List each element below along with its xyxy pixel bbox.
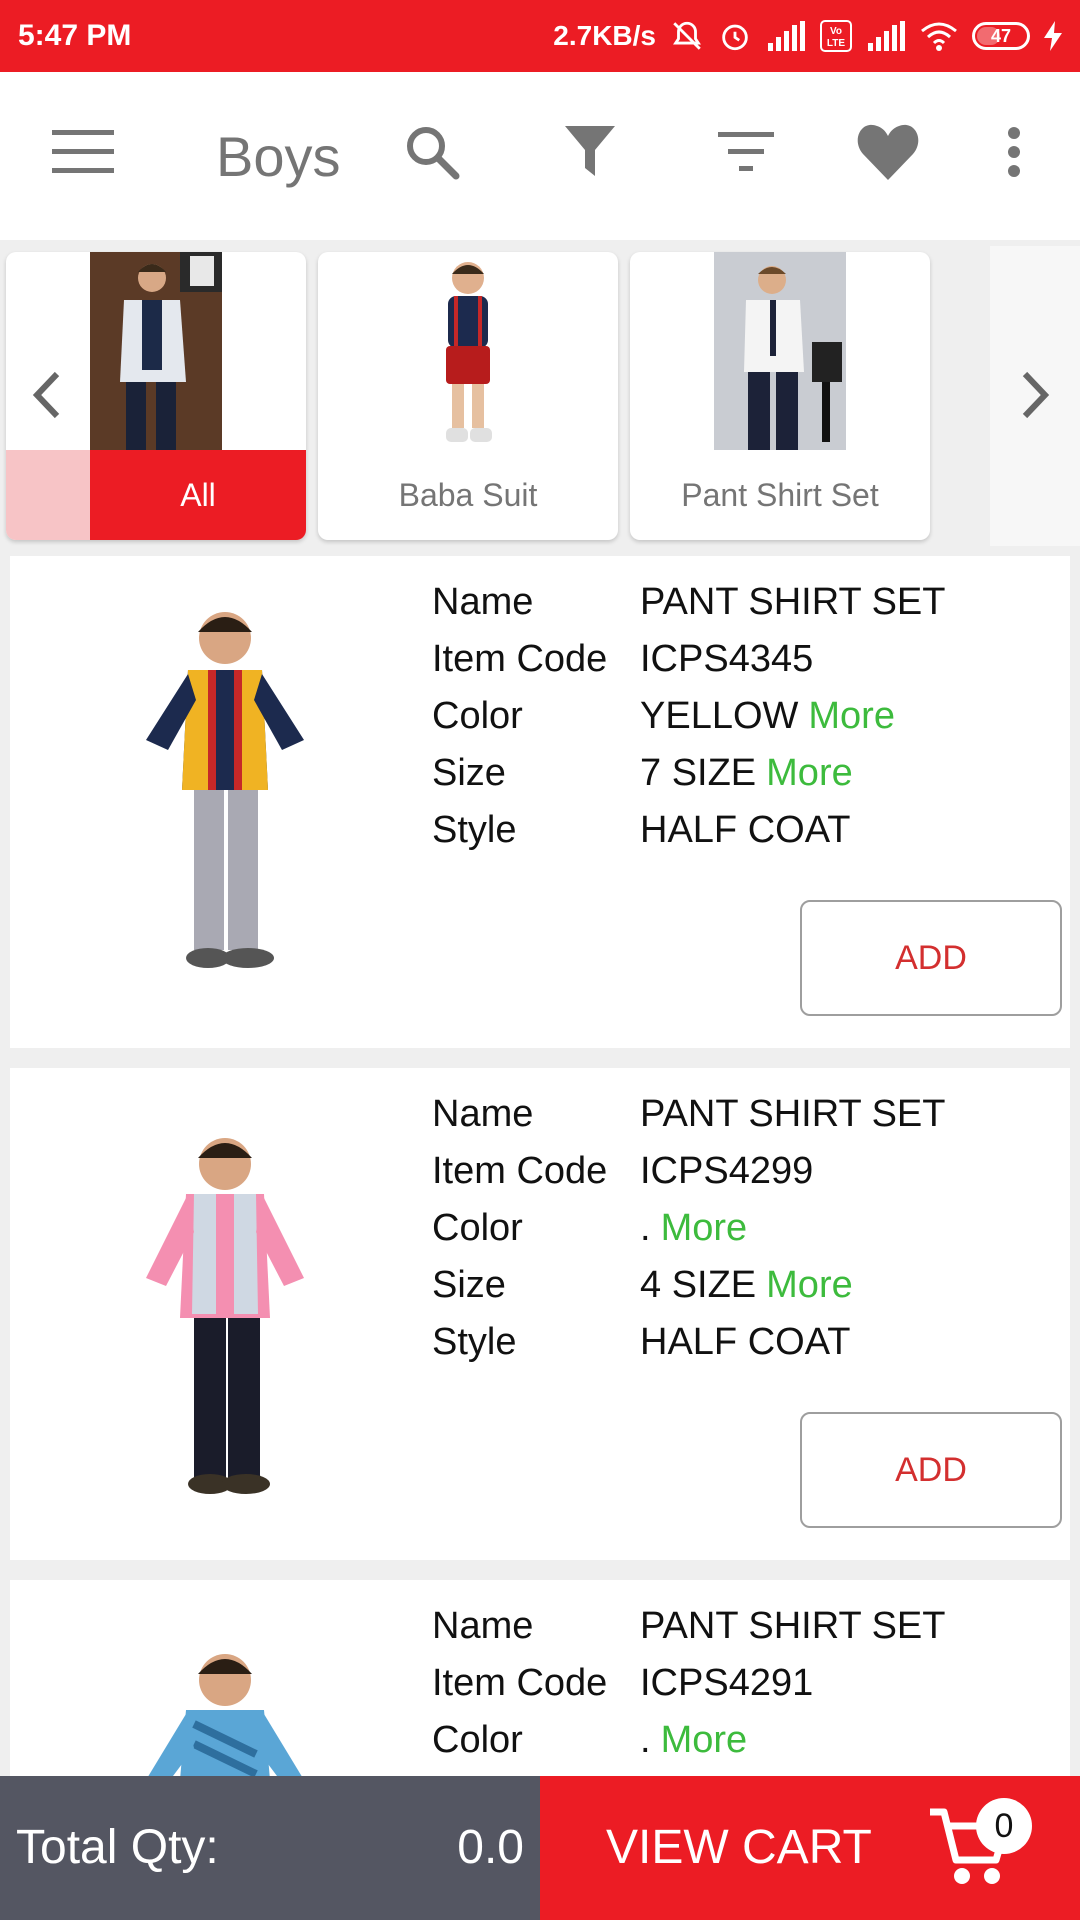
spec-row-size: Size 7 SIZE More bbox=[432, 745, 945, 802]
spec-row-name: Name PANT SHIRT SET bbox=[432, 574, 945, 631]
spec-row-color: Color YELLOW More bbox=[432, 688, 945, 745]
spec-label: Color bbox=[432, 1207, 523, 1249]
product-card[interactable]: Name PANT SHIRT SET Item Code ICPS4345 C… bbox=[10, 556, 1070, 1048]
battery-level: 47 bbox=[990, 25, 1012, 46]
total-qty-area: Total Qty: 0.0 bbox=[0, 1776, 540, 1920]
spec-value: . bbox=[640, 1719, 651, 1761]
spec-row-size: Size 4 SIZE More bbox=[432, 1257, 945, 1314]
charging-icon bbox=[1044, 16, 1062, 56]
more-options-icon[interactable] bbox=[1000, 112, 1028, 192]
bottom-bar: Total Qty: 0.0 VIEW CART 0 bbox=[0, 1776, 1080, 1920]
add-button[interactable]: ADD bbox=[800, 1412, 1062, 1528]
carousel-next-chevron-icon[interactable] bbox=[996, 240, 1076, 550]
volte-icon: Vo LTE bbox=[820, 16, 852, 56]
category-label-baba-suit: Baba Suit bbox=[398, 476, 538, 513]
spec-label: Name bbox=[432, 1093, 534, 1135]
total-qty-value: 0.0 bbox=[457, 1821, 524, 1874]
spec-row-style: Style HALF COAT bbox=[432, 802, 945, 859]
svg-text:Vo: Vo bbox=[830, 26, 842, 37]
spec-label: Name bbox=[432, 1605, 534, 1647]
category-card-baba-suit[interactable]: Baba Suit bbox=[318, 252, 618, 540]
spec-value: ICPS4299 bbox=[640, 1150, 814, 1192]
spec-value: 7 SIZE bbox=[640, 752, 757, 794]
category-image bbox=[90, 252, 222, 450]
spec-label: Color bbox=[432, 1719, 523, 1761]
size-more-link[interactable]: More bbox=[766, 752, 853, 795]
color-more-link[interactable]: More bbox=[661, 1207, 748, 1250]
svg-text:LTE: LTE bbox=[827, 38, 845, 49]
spec-row-style: Style HALF COAT bbox=[432, 1314, 945, 1371]
search-icon[interactable] bbox=[400, 112, 464, 192]
spec-row-item-code: Item Code ICPS4299 bbox=[432, 1143, 945, 1200]
category-card-pant-shirt-set[interactable]: Pant Shirt Set bbox=[630, 252, 930, 540]
product-specs: Name PANT SHIRT SET Item Code ICPS4291 C… bbox=[432, 1598, 945, 1769]
wishlist-heart-icon[interactable] bbox=[856, 112, 920, 192]
spec-value: ICPS4345 bbox=[640, 638, 814, 680]
spec-value: 4 SIZE bbox=[640, 1264, 757, 1306]
signal-icon-2 bbox=[866, 16, 906, 56]
product-card[interactable]: Name PANT SHIRT SET Item Code ICPS4299 C… bbox=[10, 1068, 1070, 1560]
product-image bbox=[110, 600, 360, 990]
total-qty-label: Total Qty: bbox=[16, 1821, 219, 1874]
status-time: 5:47 PM bbox=[18, 19, 132, 52]
add-button[interactable]: ADD bbox=[800, 900, 1062, 1016]
spec-label: Item Code bbox=[432, 638, 608, 680]
carousel-prev-chevron-icon[interactable] bbox=[6, 240, 86, 550]
status-bar: 5:47 PM 2.7KB/s Vo LTE 47 bbox=[0, 0, 1080, 72]
network-speed: 2.7KB/s bbox=[553, 20, 656, 51]
category-carousel: All Baba Suit Pant Shirt Set bbox=[0, 240, 1080, 550]
signal-icon-1 bbox=[766, 16, 806, 56]
category-label-pant-shirt-set: Pant Shirt Set bbox=[681, 476, 879, 513]
size-more-link[interactable]: More bbox=[766, 1264, 853, 1307]
spec-value: HALF COAT bbox=[640, 809, 851, 851]
product-image bbox=[110, 1128, 360, 1508]
color-more-link[interactable]: More bbox=[661, 1719, 748, 1762]
page-title: Boys bbox=[216, 125, 341, 188]
battery-icon: 47 bbox=[972, 22, 1030, 50]
sort-icon[interactable] bbox=[716, 112, 776, 192]
spec-label: Style bbox=[432, 1321, 517, 1363]
cart-count-badge: 0 bbox=[976, 1798, 1032, 1854]
alarm-icon bbox=[718, 16, 752, 56]
spec-label: Color bbox=[432, 695, 523, 737]
view-cart-button[interactable]: VIEW CART 0 bbox=[540, 1776, 1080, 1920]
spec-value: PANT SHIRT SET bbox=[640, 1093, 946, 1135]
wifi-icon bbox=[920, 16, 958, 56]
spec-value: . bbox=[640, 1207, 651, 1249]
spec-value: YELLOW bbox=[640, 695, 799, 737]
product-card[interactable]: Name PANT SHIRT SET Item Code ICPS4291 C… bbox=[10, 1580, 1070, 1780]
spec-label: Name bbox=[432, 581, 534, 623]
spec-row-item-code: Item Code ICPS4345 bbox=[432, 631, 945, 688]
spec-row-name: Name PANT SHIRT SET bbox=[432, 1598, 945, 1655]
mute-bell-icon bbox=[670, 16, 704, 56]
spec-label: Item Code bbox=[432, 1150, 608, 1192]
category-image bbox=[428, 252, 508, 450]
category-label-all: All bbox=[90, 450, 306, 540]
view-cart-label: VIEW CART bbox=[606, 1821, 872, 1874]
spec-label: Item Code bbox=[432, 1662, 608, 1704]
spec-value: HALF COAT bbox=[640, 1321, 851, 1363]
spec-value: PANT SHIRT SET bbox=[640, 1605, 946, 1647]
spec-label: Size bbox=[432, 752, 506, 794]
product-image bbox=[110, 1644, 360, 1780]
spec-label: Style bbox=[432, 809, 517, 851]
product-specs: Name PANT SHIRT SET Item Code ICPS4345 C… bbox=[432, 574, 945, 859]
spec-row-color: Color . More bbox=[432, 1712, 945, 1769]
spec-row-name: Name PANT SHIRT SET bbox=[432, 1086, 945, 1143]
spec-row-color: Color . More bbox=[432, 1200, 945, 1257]
color-more-link[interactable]: More bbox=[808, 695, 895, 738]
category-image bbox=[714, 252, 846, 450]
filter-funnel-icon[interactable] bbox=[560, 112, 620, 192]
toolbar: Boys bbox=[0, 72, 1080, 240]
spec-label: Size bbox=[432, 1264, 506, 1306]
product-specs: Name PANT SHIRT SET Item Code ICPS4299 C… bbox=[432, 1086, 945, 1371]
spec-row-item-code: Item Code ICPS4291 bbox=[432, 1655, 945, 1712]
status-icons: 2.7KB/s Vo LTE 47 bbox=[553, 16, 1062, 56]
menu-icon[interactable] bbox=[48, 112, 118, 192]
spec-value: ICPS4291 bbox=[640, 1662, 814, 1704]
spec-value: PANT SHIRT SET bbox=[640, 581, 946, 623]
